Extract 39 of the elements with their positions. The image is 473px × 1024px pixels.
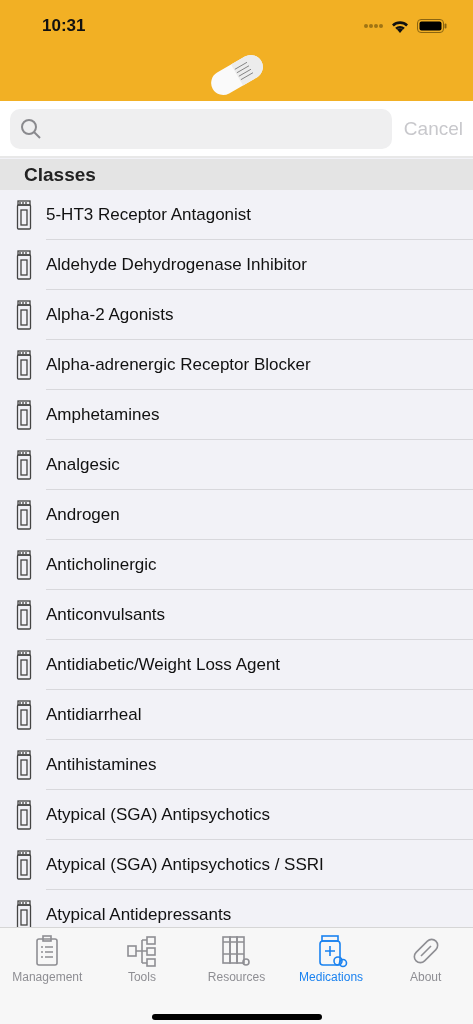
bottle-icon [16,400,32,430]
bottle-icon [16,350,32,380]
bottle-icon [16,900,32,927]
class-item[interactable]: Aldehyde Dehydrogenase Inhibitor [46,254,307,275]
class-item[interactable]: Alpha-adrenergic Receptor Blocker [46,354,311,375]
class-item[interactable]: Atypical (SGA) Antipsychotics [46,804,270,825]
bottle-icon [16,700,32,730]
class-item[interactable]: Antihistamines [46,754,157,775]
class-item[interactable]: Amphetamines [46,404,160,425]
bottle-icon [16,300,32,330]
class-item[interactable]: Alpha-2 Agonists [46,304,174,325]
class-item[interactable]: Antidiabetic/Weight Loss Agent [46,654,281,675]
class-item[interactable]: Antidiarrheal [46,704,142,725]
class-item[interactable]: Atypical (SGA) Antipsychotics / SSRI [46,854,324,875]
class-item[interactable]: Anticholinergic [46,554,157,575]
bottle-icon [16,850,32,880]
class-item[interactable]: Anticonvulsants [46,604,166,625]
class-item[interactable]: 5-HT3 Receptor Antagonist [46,204,252,225]
search-field[interactable] [10,108,392,149]
class-item[interactable]: Atypical Antidepressants [46,904,232,925]
tab[interactable]: Medications [283,934,379,984]
bottle-icon [16,600,32,630]
bottle-icon [16,550,32,580]
wifi-icon [391,19,409,33]
search-icon [20,117,42,140]
signal-icon [363,23,383,29]
battery-icon [417,19,447,33]
bottle-icon [16,200,32,230]
section-title: Classes [24,163,96,186]
bottle-icon [16,750,32,780]
bottle-icon [16,250,32,280]
class-item[interactable]: Androgen [46,504,120,525]
status-time: 10:31 [42,16,86,36]
class-item[interactable]: Analgesic [46,454,120,475]
bottle-icon [16,450,32,480]
bottle-icon [16,800,32,830]
bottle-icon [16,650,32,680]
hierarchy-icon [124,934,159,968]
bottle-icon [16,500,32,530]
